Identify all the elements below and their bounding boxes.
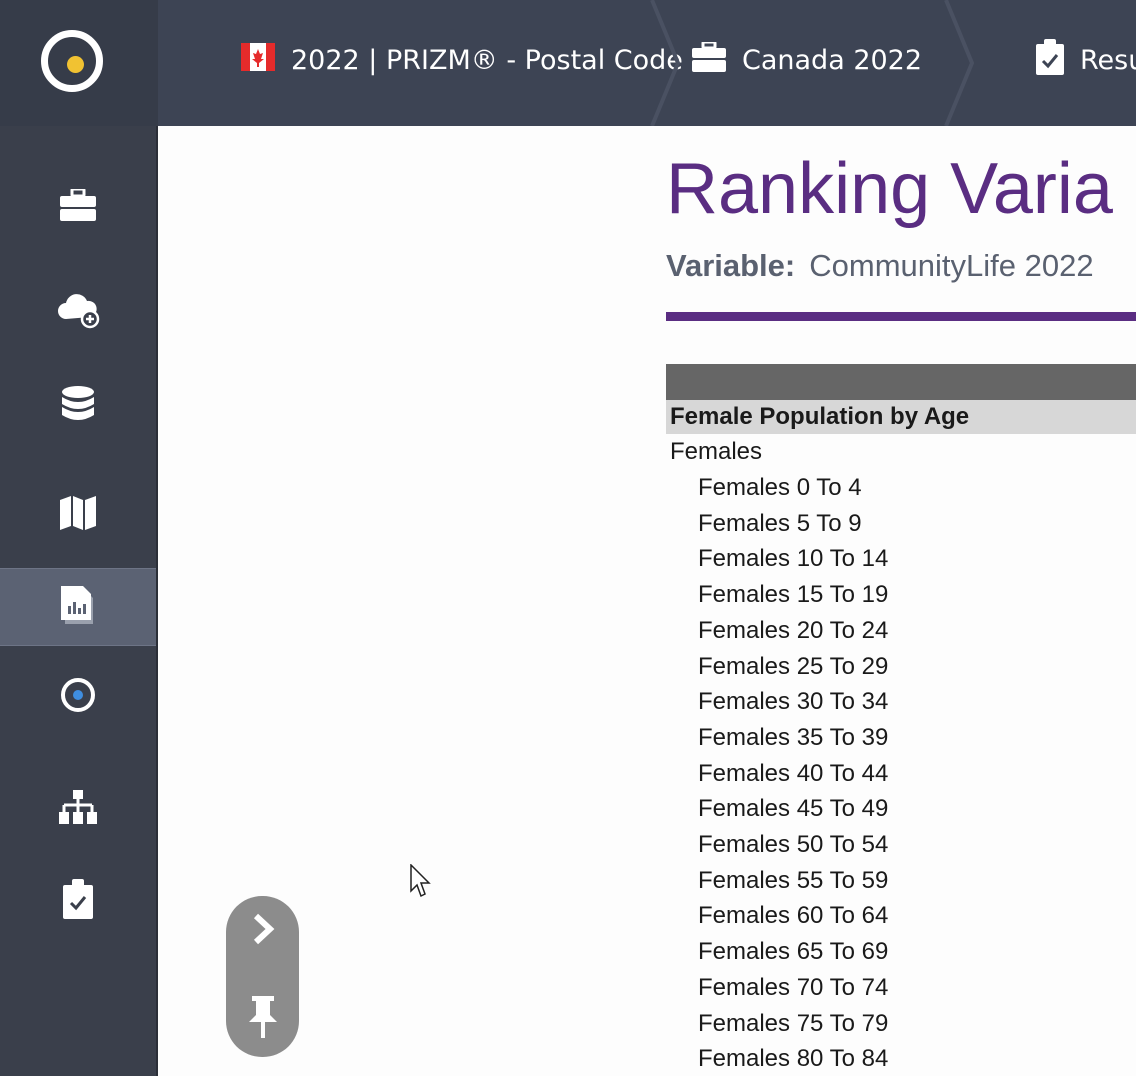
logo-dot [67,56,84,73]
sidebar-item-data[interactable] [0,368,156,446]
table-row: Females 40 To 44 [698,759,889,787]
cloud-add-icon [56,293,100,334]
title-divider [666,312,1136,321]
table-row: Females 15 To 19 [698,581,889,609]
table-header [666,364,1136,400]
top-header: 2022 | PRIZM® - Postal Code Canada 2022 … [0,0,1136,126]
table-row: Females 75 To 79 [698,1009,889,1037]
chevron-right-icon[interactable] [246,912,280,946]
breadcrumb-results[interactable]: Resu [1036,38,1136,82]
table-row: Females 10 To 14 [698,545,889,573]
table-row: Females 50 To 54 [698,831,889,858]
table-row-parent: Females [670,438,763,465]
table-row: Females 20 To 24 [698,616,889,644]
table-row: Females 60 To 64 [698,902,889,930]
target-icon [60,677,96,718]
sidebar-item-segments[interactable] [0,658,156,736]
database-icon [61,385,95,429]
table-row: Females 80 To 84 [698,1045,889,1073]
table-row: Females 65 To 69 [698,938,889,966]
claritas-target-logo-icon[interactable] [41,30,103,92]
table-group-header: Female Population by Age [666,400,1136,434]
breadcrumb-dataset-label: 2022 | PRIZM® - Postal Code [291,44,683,76]
report-variable: Variable: CommunityLife 2022 [666,248,1094,284]
hierarchy-icon [59,789,97,829]
table-row: Females 25 To 29 [698,652,889,680]
table-row: Females 70 To 74 [698,973,889,1001]
sidebar-item-results[interactable] [0,862,156,940]
sidebar-item-maps[interactable] [0,476,156,554]
mouse-cursor-icon [410,864,431,898]
table-row: Females 5 To 9 [698,509,862,537]
group-header-label: Female Population by Age [670,403,970,430]
table-row: Females 30 To 34 [698,688,889,716]
clipboard-check-icon [63,878,93,924]
table-row: Females 35 To 39 [698,723,889,751]
sidebar-item-reports[interactable] [0,568,156,646]
breadcrumb-separator-icon [944,0,975,126]
clipboard-check-icon [1036,38,1064,82]
breadcrumb-results-label: Resu [1080,44,1136,76]
panel-handle[interactable] [226,896,299,1057]
sidebar-nav [0,126,158,1076]
sidebar-item-projects[interactable] [0,168,156,246]
sidebar-item-upload[interactable] [0,274,156,352]
breadcrumb-dataset[interactable]: 2022 | PRIZM® - Postal Code [241,38,683,82]
logo-area[interactable] [0,0,158,126]
table-row: Females 0 To 4 [698,474,862,501]
variable-value: CommunityLife 2022 [809,248,1094,283]
breadcrumb-project-label: Canada 2022 [742,44,923,76]
map-icon [60,495,96,535]
canada-flag-icon [241,42,275,78]
breadcrumb-separator-icon [650,0,681,126]
variable-key: Variable: [666,248,796,283]
briefcase-icon [60,187,96,226]
sidebar-item-hierarchy[interactable] [0,770,156,848]
report-title: Ranking Varia [666,149,1113,229]
breadcrumb-project[interactable]: Canada 2022 [692,38,922,82]
table-row: Females 45 To 49 [698,795,889,823]
briefcase-icon [692,40,726,79]
table-row: Females 55 To 59 [698,866,889,894]
main-content: Ranking Varia Variable: CommunityLife 202… [158,126,1136,1076]
pin-icon[interactable] [246,996,280,1040]
report-chart-icon [61,585,95,629]
